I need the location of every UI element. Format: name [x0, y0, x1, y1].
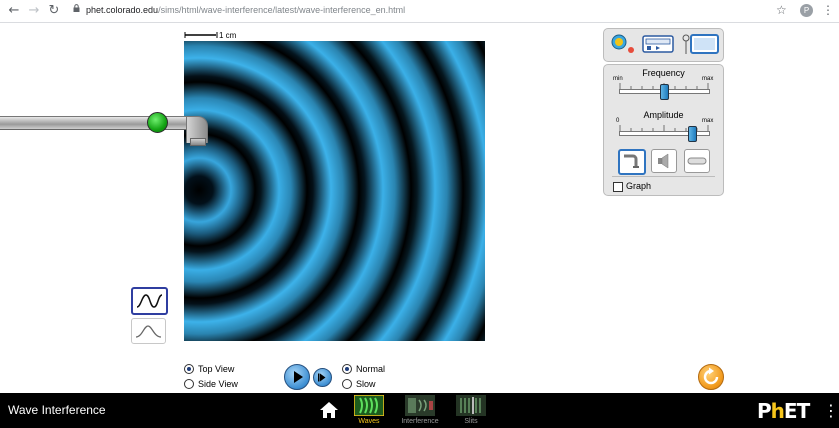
play-pause-button[interactable] — [284, 364, 310, 390]
water-source-button[interactable] — [618, 149, 646, 175]
speaker-source-button[interactable] — [651, 149, 677, 173]
faucet-on-off-button[interactable] — [147, 112, 168, 133]
phet-menu-icon[interactable]: ⋮ — [823, 401, 839, 420]
side-view-label: Side View — [198, 379, 238, 389]
slits-screen-label: Slits — [464, 418, 478, 425]
wave-packet-button[interactable] — [131, 318, 166, 344]
bookmark-star-icon[interactable]: ☆ — [776, 3, 787, 17]
scale-bar-icon — [184, 32, 218, 38]
url-host: phet.colorado.edu — [86, 5, 159, 15]
water-drop-scene-icon[interactable] — [609, 32, 637, 56]
panel-divider — [612, 176, 715, 177]
interference-screen-icon — [405, 395, 435, 416]
step-forward-button[interactable] — [313, 368, 332, 387]
navigation-bar: Wave Interference Waves Interference Sli… — [0, 393, 839, 428]
waves-screen-label: Waves — [358, 418, 380, 425]
slow-speed-radio[interactable] — [342, 379, 352, 389]
amplitude-min-label: 0 — [616, 118, 620, 124]
slow-speed-label: Slow — [356, 379, 376, 389]
pulse-wave-icon — [135, 325, 162, 338]
light-scene-icon[interactable] — [680, 32, 720, 56]
url-path: /sims/html/wave-interference/latest/wave… — [158, 5, 406, 15]
reset-icon — [703, 367, 719, 385]
frequency-max-label: max — [702, 76, 714, 82]
reload-icon[interactable]: ↻ — [46, 3, 62, 19]
amplitude-slider-thumb[interactable] — [687, 126, 697, 142]
speaker-icon — [658, 153, 669, 169]
sim-title: Wave Interference — [8, 403, 106, 417]
address-bar[interactable]: phet.colorado.edu/sims/html/wave-interfe… — [86, 5, 405, 15]
slits-screen-icon — [456, 395, 486, 416]
phet-logo[interactable]: PhET — [757, 399, 810, 423]
home-icon[interactable] — [319, 401, 339, 419]
top-view-radio[interactable] — [184, 364, 194, 374]
graph-label: Graph — [626, 181, 652, 191]
faucet-icon — [624, 154, 639, 168]
wave-graph-button-selected[interactable] — [131, 287, 168, 315]
laser-source-button[interactable] — [684, 149, 710, 173]
browser-toolbar: ← → ↻ phet.colorado.edu/sims/html/wave-i… — [0, 0, 839, 23]
browser-menu-icon[interactable]: ⋮ — [822, 3, 834, 17]
scene-selector-panel — [603, 28, 724, 62]
frequency-slider-thumb[interactable] — [659, 84, 669, 100]
interference-screen-label: Interference — [401, 418, 439, 425]
amplitude-max-label: max — [702, 118, 714, 124]
sound-scene-icon[interactable] — [642, 32, 674, 56]
play-icon — [294, 371, 303, 383]
lock-icon — [73, 4, 80, 12]
wave-controls-panel: Frequency min max Amplitude 0 max Graph — [603, 64, 724, 196]
frequency-min-label: min — [613, 76, 623, 82]
sine-wave-icon — [136, 294, 163, 308]
top-view-label: Top View — [198, 364, 235, 374]
profile-avatar[interactable]: P — [800, 4, 813, 17]
slits-screen-button[interactable]: Slits — [451, 395, 491, 427]
normal-speed-radio[interactable] — [342, 364, 352, 374]
waves-screen-button[interactable]: Waves — [349, 395, 389, 427]
interference-screen-button[interactable]: Interference — [400, 395, 440, 427]
scale-label: 1 cm — [219, 31, 237, 40]
waves-screen-icon — [354, 395, 384, 416]
side-view-radio[interactable] — [184, 379, 194, 389]
faucet-nozzle — [190, 138, 206, 146]
normal-speed-label: Normal — [356, 364, 386, 374]
laser-icon — [687, 157, 707, 165]
forward-arrow-icon[interactable]: → — [26, 3, 42, 19]
reset-all-button[interactable] — [698, 364, 724, 390]
wave-area[interactable] — [184, 41, 485, 341]
graph-checkbox[interactable] — [613, 182, 623, 192]
back-arrow-icon[interactable]: ← — [6, 3, 22, 19]
step-icon — [318, 373, 326, 382]
